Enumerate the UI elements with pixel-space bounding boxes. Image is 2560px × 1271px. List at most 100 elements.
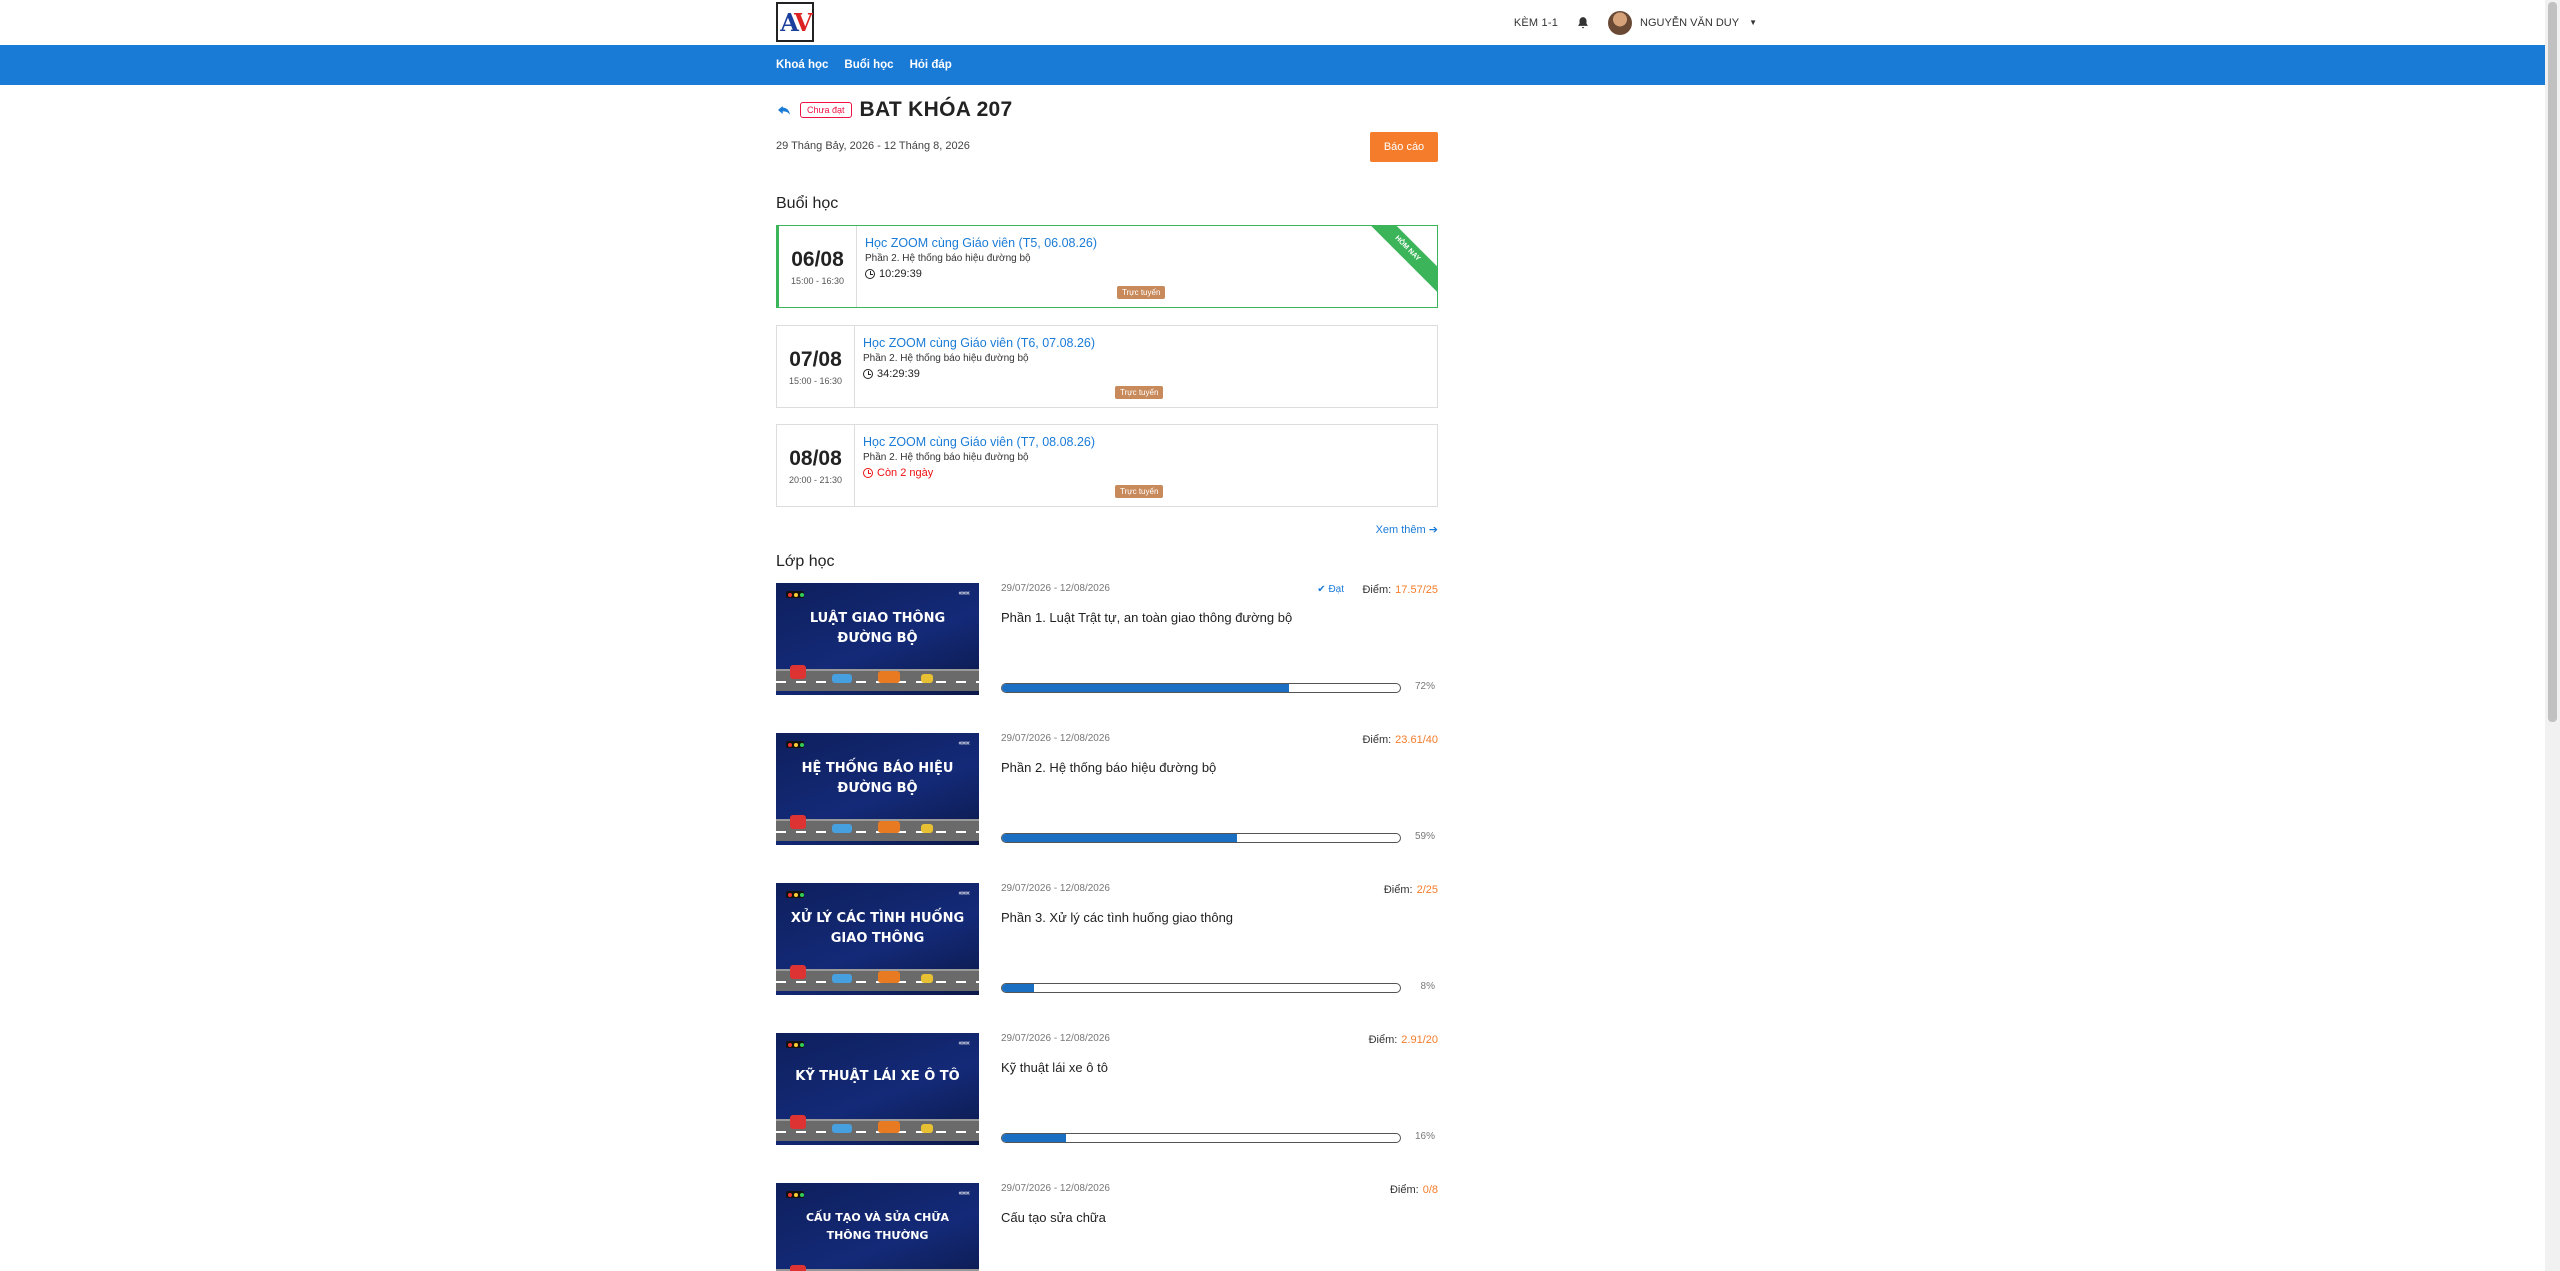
class-thumbnail[interactable]: ‹‹‹‹‹‹‹‹ Xử lý các tình huống giao thông <box>776 883 979 995</box>
class-card[interactable]: ‹‹‹‹‹‹‹‹ Hệ thống báo hiệu đường bộ 29/0… <box>776 733 1438 845</box>
traffic-light-icon <box>786 741 804 748</box>
online-badge: Trực tuyến <box>1115 386 1164 399</box>
user-name: NGUYỄN VĂN DUY <box>1640 16 1740 29</box>
bell-icon[interactable] <box>1576 16 1590 30</box>
class-thumbnail[interactable]: ‹‹‹‹‹‹‹‹ Hệ thống báo hiệu đường bộ <box>776 733 979 845</box>
class-thumbnail[interactable]: ‹‹‹‹‹‹‹‹ Kỹ thuật lái xe ô tô <box>776 1033 979 1145</box>
score-value: 2/25 <box>1416 884 1438 896</box>
session-link[interactable]: Học ZOOM cùng Giáo viên (T7, 08.08.26) <box>863 435 1095 449</box>
nav-item-qa[interactable]: Hỏi đáp <box>910 59 952 71</box>
nav-item-courses[interactable]: Khoá học <box>776 59 828 71</box>
session-day: 07/08 <box>789 347 842 371</box>
progress-label: 8% <box>1420 981 1435 992</box>
report-button[interactable]: Báo cáo <box>1370 132 1438 162</box>
scrollbar-thumb[interactable] <box>2548 2 2557 722</box>
see-more-link[interactable]: Xem thêm ➔ <box>1376 523 1438 536</box>
progress-label: 59% <box>1414 831 1435 842</box>
chevrons-icon: ‹‹‹‹‹‹‹‹ <box>958 1040 970 1047</box>
session-date: 07/08 15:00 - 16:30 <box>777 326 855 407</box>
session-card[interactable]: 06/08 15:00 - 16:30 Học ZOOM cùng Giáo v… <box>776 225 1438 308</box>
see-more-label: Xem thêm <box>1375 524 1426 536</box>
progress-fill <box>1002 1134 1066 1142</box>
class-name[interactable]: Cấu tạo sửa chữa <box>1001 1210 1106 1225</box>
class-name[interactable]: Kỹ thuật lái xe ô tô <box>1001 1060 1108 1075</box>
session-time: 15:00 - 16:30 <box>790 275 845 286</box>
class-card[interactable]: ‹‹‹‹‹‹‹‹ Xử lý các tình huống giao thông… <box>776 883 1438 995</box>
session-info: Học ZOOM cùng Giáo viên (T7, 08.08.26) P… <box>863 435 1095 479</box>
check-icon: ✔ <box>1317 584 1326 595</box>
clock-icon <box>865 269 875 279</box>
traffic-light-icon <box>786 1191 804 1198</box>
class-dates: 29/07/2026 - 12/08/2026 <box>1001 1183 1110 1194</box>
thumbnail-title: Cấu tạo và sửa chữa thông thường <box>805 1211 950 1242</box>
session-time: 15:00 - 16:30 <box>788 375 843 386</box>
clock-icon <box>863 369 873 379</box>
thumbnail-title: Xử lý các tình huống giao thông <box>790 911 965 946</box>
page-scrollbar[interactable] <box>2545 0 2560 1271</box>
session-link[interactable]: Học ZOOM cùng Giáo viên (T5, 06.08.26) <box>865 236 1097 250</box>
class-score: Điểm: 23.61/40 <box>1362 734 1438 746</box>
session-link[interactable]: Học ZOOM cùng Giáo viên (T6, 07.08.26) <box>863 336 1095 350</box>
progress-label: 72% <box>1414 681 1435 692</box>
course-date-range: 29 Tháng Bảy, 2026 - 12 Tháng 8, 2026 <box>776 140 970 152</box>
score-label: Điểm: <box>1389 1184 1419 1196</box>
session-date: 06/08 15:00 - 16:30 <box>779 226 857 307</box>
today-ribbon: HÔM NAY <box>1358 226 1437 298</box>
back-arrow-icon[interactable] <box>776 102 792 118</box>
class-card[interactable]: ‹‹‹‹‹‹‹‹ Cấu tạo và sửa chữa thông thườn… <box>776 1183 1438 1271</box>
car-icon <box>832 824 852 833</box>
user-menu[interactable]: NGUYỄN VĂN DUY ▼ <box>1608 10 1757 35</box>
session-card[interactable]: 08/08 20:00 - 21:30 Học ZOOM cùng Giáo v… <box>776 424 1438 507</box>
class-dates: 29/07/2026 - 12/08/2026 <box>1001 1033 1110 1044</box>
class-name[interactable]: Phần 1. Luật Trật tự, an toàn giao thông… <box>1001 610 1292 625</box>
clock-icon <box>863 468 873 478</box>
chevrons-icon: ‹‹‹‹‹‹‹‹ <box>958 1190 970 1197</box>
motorbike-icon <box>921 1124 933 1133</box>
session-card[interactable]: 07/08 15:00 - 16:30 Học ZOOM cùng Giáo v… <box>776 325 1438 408</box>
classes-section-title: Lớp học <box>776 553 835 570</box>
chevrons-icon: ‹‹‹‹‹‹‹‹ <box>958 890 970 897</box>
arrow-right-icon: ➔ <box>1428 524 1438 536</box>
online-badge: Trực tuyến <box>1115 485 1164 498</box>
class-card[interactable]: ‹‹‹‹‹‹‹‹ Luật giao thông đường bộ 29/07/… <box>776 583 1438 695</box>
thumbnail-title: Luật giao thông đường bộ <box>809 611 946 646</box>
score-label: Điểm: <box>1383 884 1413 896</box>
score-label: Điểm: <box>1362 584 1392 596</box>
progress-bar <box>1001 1133 1401 1143</box>
score-value: 17.57/25 <box>1395 584 1438 596</box>
session-info: Học ZOOM cùng Giáo viên (T5, 06.08.26) P… <box>865 236 1097 280</box>
chevrons-icon: ‹‹‹‹‹‹‹‹ <box>958 740 970 747</box>
tutor-link[interactable]: KÈM 1-1 <box>1514 17 1558 29</box>
online-badge: Trực tuyến <box>1117 286 1166 299</box>
class-card[interactable]: ‹‹‹‹‹‹‹‹ Kỹ thuật lái xe ô tô 29/07/2026… <box>776 1033 1438 1145</box>
class-score: Điểm: 2/25 <box>1384 884 1438 896</box>
site-logo[interactable]: AV <box>776 2 814 42</box>
traffic-light-icon <box>786 591 804 598</box>
car-icon <box>790 1115 806 1129</box>
class-dates: 29/07/2026 - 12/08/2026 <box>1001 883 1110 894</box>
motorbike-icon <box>921 674 933 683</box>
chevron-down-icon: ▼ <box>1749 18 1757 27</box>
motorbike-icon <box>921 824 933 833</box>
chevrons-icon: ‹‹‹‹‹‹‹‹ <box>958 590 970 597</box>
avatar <box>1608 10 1633 35</box>
status-badge: Chưa đạt <box>800 102 852 118</box>
truck-icon <box>878 821 900 833</box>
car-icon <box>790 1265 806 1271</box>
score-label: Điểm: <box>1362 734 1392 746</box>
car-icon <box>832 974 852 983</box>
score-value: 23.61/40 <box>1395 734 1438 746</box>
main-nav: Khoá học Buổi học Hỏi đáp <box>0 45 2545 85</box>
session-date: 08/08 20:00 - 21:30 <box>777 425 855 506</box>
traffic-light-icon <box>786 1041 804 1048</box>
nav-item-sessions[interactable]: Buổi học <box>844 59 893 71</box>
class-thumbnail[interactable]: ‹‹‹‹‹‹‹‹ Cấu tạo và sửa chữa thông thườn… <box>776 1183 979 1271</box>
class-name[interactable]: Phần 2. Hệ thống báo hiệu đường bộ <box>1001 760 1216 775</box>
score-label: Điểm: <box>1368 1034 1398 1046</box>
countdown-text: 10:29:39 <box>879 268 922 280</box>
class-score: Điểm: 2.91/20 <box>1369 1034 1438 1046</box>
progress-bar <box>1001 983 1401 993</box>
class-name[interactable]: Phần 3. Xử lý các tình huống giao thông <box>1001 910 1233 925</box>
class-thumbnail[interactable]: ‹‹‹‹‹‹‹‹ Luật giao thông đường bộ <box>776 583 979 695</box>
score-value: 0/8 <box>1422 1184 1438 1196</box>
